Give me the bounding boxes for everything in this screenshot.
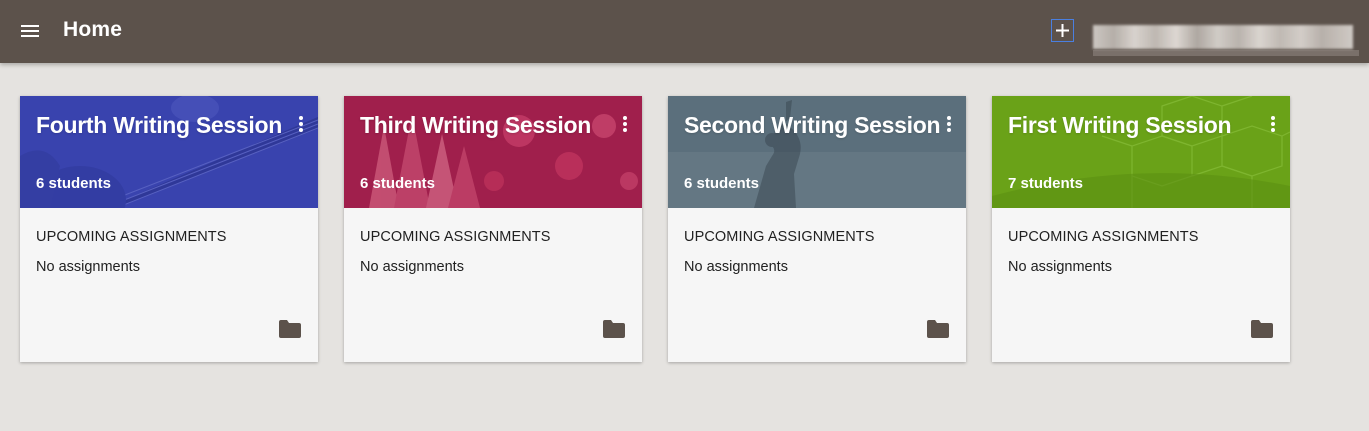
- student-count: 6 students: [36, 175, 112, 192]
- upcoming-assignments-heading: UPCOMING ASSIGNMENTS: [1008, 229, 1199, 245]
- page-title: Home: [63, 18, 123, 41]
- upcoming-assignments-heading: UPCOMING ASSIGNMENTS: [360, 229, 551, 245]
- class-card-header[interactable]: Third Writing Session 6 students: [344, 96, 642, 208]
- plus-icon: [1056, 24, 1069, 37]
- class-title[interactable]: Third Writing Session: [360, 112, 591, 139]
- class-title[interactable]: First Writing Session: [1008, 112, 1232, 139]
- class-card-second-writing-session[interactable]: Second Writing Session 6 students UPCOMI…: [668, 96, 966, 362]
- folder-icon[interactable]: [279, 320, 301, 338]
- class-card-header[interactable]: Second Writing Session 6 students: [668, 96, 966, 208]
- upcoming-assignments-heading: UPCOMING ASSIGNMENTS: [684, 229, 875, 245]
- more-vert-icon[interactable]: [298, 115, 304, 133]
- more-vert-icon[interactable]: [1270, 115, 1276, 133]
- folder-icon[interactable]: [927, 320, 949, 338]
- class-card-third-writing-session[interactable]: Third Writing Session 6 students UPCOMIN…: [344, 96, 642, 362]
- hamburger-menu-icon[interactable]: [20, 23, 42, 41]
- more-vert-icon[interactable]: [622, 115, 628, 133]
- upcoming-assignments-value: No assignments: [36, 259, 140, 275]
- more-vert-icon[interactable]: [946, 115, 952, 133]
- class-card-fourth-writing-session[interactable]: Fourth Writing Session 6 students UPCOMI…: [20, 96, 318, 362]
- class-card-first-writing-session[interactable]: First Writing Session 7 students UPCOMIN…: [992, 96, 1290, 362]
- student-count: 7 students: [1008, 175, 1084, 192]
- account-area-shadow: [1093, 50, 1359, 56]
- upcoming-assignments-value: No assignments: [1008, 259, 1112, 275]
- class-title[interactable]: Second Writing Session: [684, 112, 941, 139]
- student-count: 6 students: [684, 175, 760, 192]
- folder-icon[interactable]: [603, 320, 625, 338]
- class-card-header[interactable]: Fourth Writing Session 6 students: [20, 96, 318, 208]
- class-title[interactable]: Fourth Writing Session: [36, 112, 282, 139]
- account-menu[interactable]: [1093, 25, 1353, 49]
- add-class-button[interactable]: [1051, 19, 1074, 42]
- student-count: 6 students: [360, 175, 436, 192]
- top-app-bar: Home: [0, 0, 1369, 63]
- upcoming-assignments-heading: UPCOMING ASSIGNMENTS: [36, 229, 227, 245]
- upcoming-assignments-value: No assignments: [360, 259, 464, 275]
- upcoming-assignments-value: No assignments: [684, 259, 788, 275]
- folder-icon[interactable]: [1251, 320, 1273, 338]
- class-card-header[interactable]: First Writing Session 7 students: [992, 96, 1290, 208]
